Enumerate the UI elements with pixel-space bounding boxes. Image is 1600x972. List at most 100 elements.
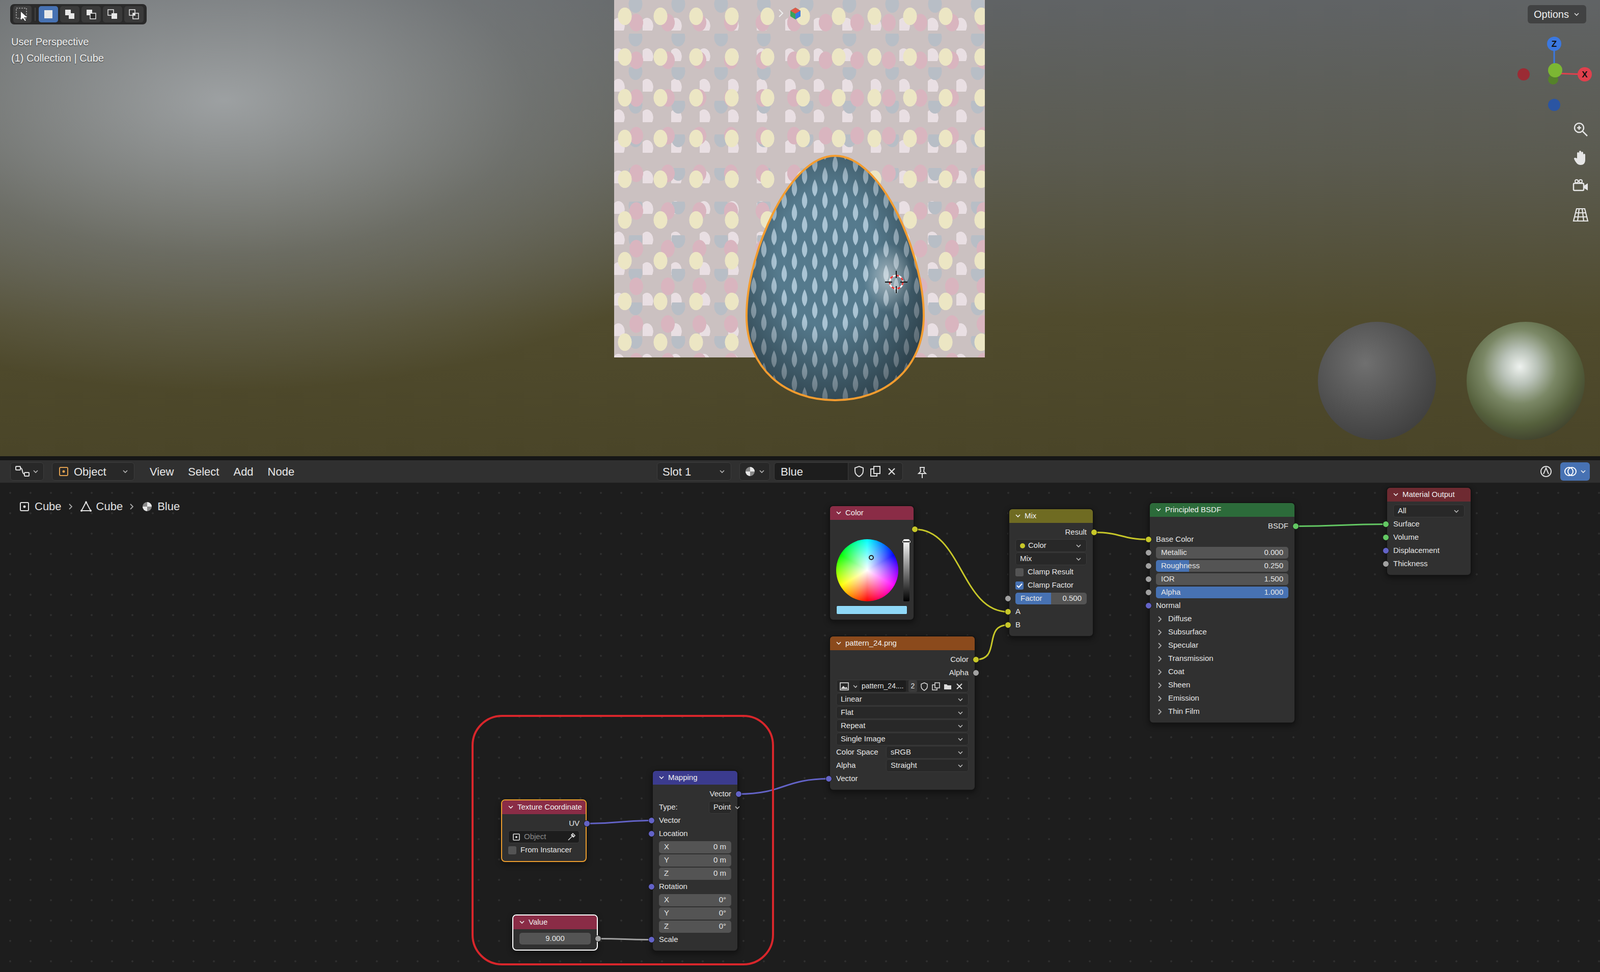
number-field[interactable]: IOR1.500 [1155, 573, 1289, 586]
options-dropdown[interactable]: Options [1527, 5, 1587, 24]
node-header[interactable]: Principled BSDF [1149, 503, 1295, 517]
dropdown[interactable]: Point [708, 801, 732, 814]
checkbox[interactable] [508, 846, 517, 855]
node-link[interactable] [587, 820, 652, 824]
projection-toggle-button[interactable] [1571, 205, 1590, 225]
input-socket[interactable] [648, 883, 655, 891]
dropdown[interactable]: Single Image [836, 732, 969, 746]
output-socket[interactable] [972, 656, 980, 664]
input-socket[interactable] [648, 936, 655, 944]
output-socket[interactable] [583, 820, 591, 827]
input-socket[interactable] [1004, 608, 1012, 616]
number-field[interactable]: Z0° [658, 920, 732, 933]
dropdown[interactable]: Mix [1015, 552, 1087, 566]
input-socket[interactable] [1145, 536, 1152, 543]
selection-mode-button[interactable] [38, 6, 59, 23]
node-header[interactable]: Mix [1009, 509, 1093, 523]
menu-item[interactable]: Node [260, 463, 302, 481]
breadcrumb-item[interactable]: Cube [79, 498, 124, 515]
number-field[interactable]: X0° [658, 894, 732, 907]
dropdown[interactable]: Straight [886, 759, 969, 772]
node-header[interactable]: Value [513, 915, 597, 930]
select-tool-button[interactable] [13, 5, 32, 23]
menu-item[interactable]: Select [180, 463, 227, 481]
number-field[interactable]: Y0° [658, 907, 732, 920]
number-field[interactable]: X0 m [658, 841, 732, 854]
slider-field[interactable]: Metallic0.000 [1155, 546, 1289, 559]
selection-mode-button[interactable] [124, 6, 144, 23]
node-header[interactable]: Texture Coordinate [502, 800, 586, 815]
slot-dropdown[interactable]: Slot 1 [656, 462, 732, 481]
dropdown[interactable]: All [1393, 504, 1465, 518]
number-field[interactable]: Z0 m [658, 867, 732, 880]
node-header[interactable]: Material Output [1387, 487, 1471, 502]
shader-node[interactable]: Value 9.000 [512, 914, 598, 951]
material-name-field[interactable]: Blue [774, 462, 849, 481]
input-socket[interactable] [1004, 621, 1012, 629]
slider-field[interactable]: Factor0.500 [1015, 592, 1087, 605]
color-wheel-marker[interactable] [868, 555, 874, 561]
navigation-gizmo[interactable]: Z X [1508, 27, 1600, 120]
color-picker[interactable] [836, 536, 908, 602]
output-socket[interactable] [911, 526, 919, 533]
dropdown[interactable]: Linear [836, 693, 969, 706]
node-header[interactable]: Mapping [652, 770, 738, 785]
menu-item[interactable]: View [142, 463, 181, 481]
gizmo-toggle-button[interactable] [1535, 462, 1557, 481]
shader-node[interactable]: Material OutputAllSurfaceVolumeDisplacem… [1386, 486, 1472, 576]
input-socket[interactable] [1004, 595, 1012, 602]
viewport-gizmo-toggle[interactable] [777, 6, 803, 21]
slider-field[interactable]: Roughness0.250 [1155, 560, 1289, 572]
node-link[interactable] [1295, 524, 1387, 527]
pan-button[interactable] [1571, 148, 1590, 168]
input-socket[interactable] [1145, 549, 1152, 557]
editor-type-button[interactable] [10, 462, 44, 481]
overlays-button[interactable] [1560, 462, 1590, 481]
output-socket[interactable] [1292, 522, 1300, 530]
input-socket[interactable] [1145, 589, 1152, 596]
node-link[interactable] [738, 779, 830, 795]
shader-node[interactable]: pattern_24.pngColorAlphapattern_24....2L… [829, 635, 976, 791]
node-header[interactable]: Color [830, 506, 914, 520]
value-field[interactable]: 9.000 [519, 932, 591, 945]
input-socket[interactable] [1145, 602, 1152, 610]
fake-user-shield-icon[interactable] [852, 464, 866, 479]
output-socket[interactable] [972, 669, 980, 677]
object-field[interactable]: Object [508, 830, 580, 844]
checkbox[interactable] [1015, 581, 1024, 590]
color-swatch[interactable] [836, 605, 908, 615]
breadcrumb-item[interactable]: Cube [18, 498, 62, 515]
input-socket[interactable] [1382, 560, 1390, 568]
input-socket[interactable] [825, 775, 833, 783]
user-count[interactable]: 2 [908, 680, 918, 693]
input-socket[interactable] [1145, 575, 1152, 583]
browse-material-button[interactable] [739, 462, 770, 481]
node-link[interactable] [598, 939, 652, 941]
dropdown[interactable]: Flat [836, 706, 969, 720]
node-link[interactable] [1094, 532, 1149, 540]
node-header[interactable]: pattern_24.png [830, 636, 975, 651]
node-link[interactable] [915, 529, 1009, 613]
image-selector[interactable]: pattern_24....2 [836, 679, 969, 693]
selection-mode-button[interactable] [102, 6, 123, 23]
output-socket[interactable] [735, 790, 742, 798]
dropdown[interactable]: sRGB [886, 746, 969, 759]
shader-type-dropdown[interactable]: Object [51, 462, 135, 481]
input-socket[interactable] [1382, 547, 1390, 555]
input-socket[interactable] [1382, 520, 1390, 528]
node-canvas[interactable]: CubeCubeBlue ColorMixResultColorMixClamp… [0, 482, 1600, 972]
breadcrumb-item[interactable]: Blue [141, 498, 180, 515]
z-axis-label[interactable]: Z [1551, 39, 1557, 49]
shader-node[interactable]: MappingVectorType:PointVectorLocationX0 … [651, 769, 739, 952]
x-axis-label[interactable]: X [1581, 69, 1588, 80]
slider-field[interactable]: Alpha1.000 [1155, 586, 1289, 599]
checkbox[interactable] [1015, 568, 1024, 577]
color-wheel[interactable] [836, 539, 899, 602]
input-socket[interactable] [648, 817, 655, 824]
image-name[interactable]: pattern_24.... [859, 680, 906, 693]
3d-cursor-icon[interactable] [884, 269, 909, 295]
selection-mode-button[interactable] [60, 6, 80, 23]
input-socket[interactable] [648, 830, 655, 838]
camera-view-button[interactable] [1571, 177, 1590, 196]
output-socket[interactable] [1090, 529, 1098, 536]
